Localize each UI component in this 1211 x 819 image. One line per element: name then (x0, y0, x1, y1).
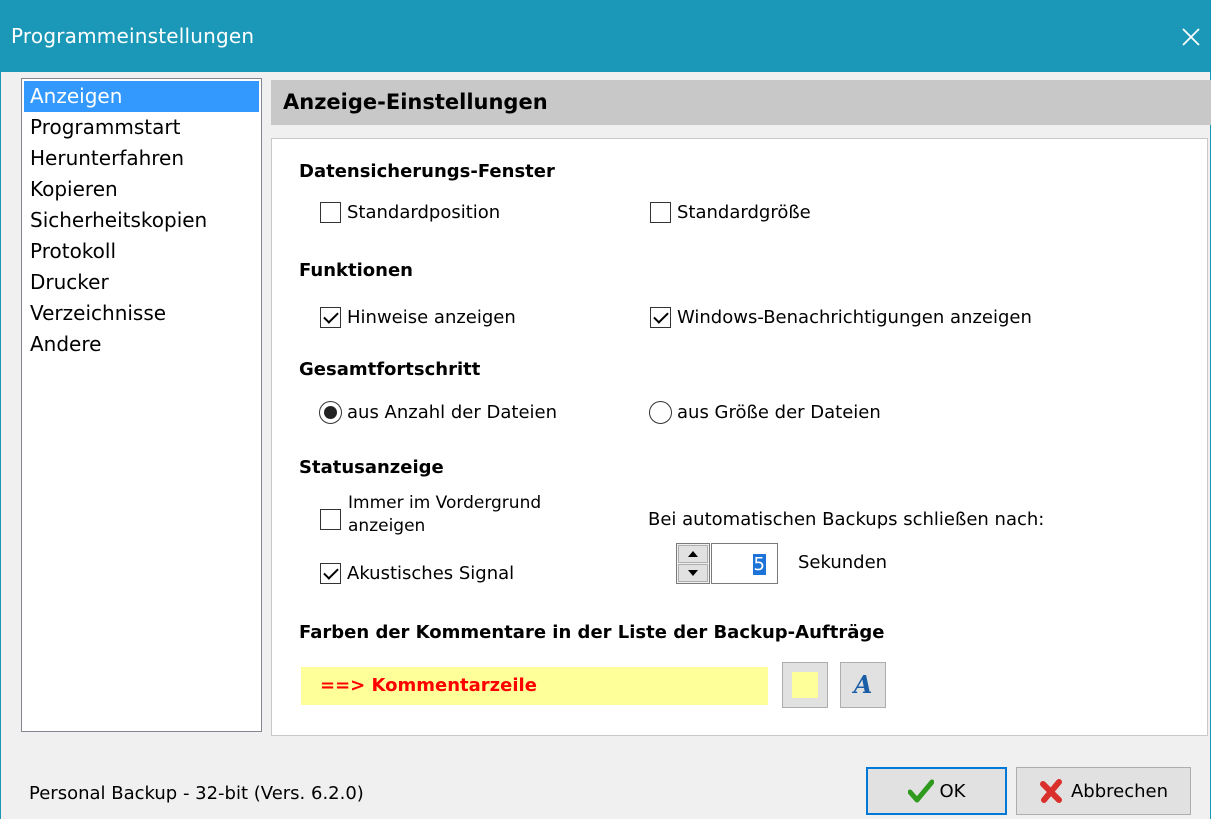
nav-item-verzeichnisse[interactable]: Verzeichnisse (24, 298, 259, 329)
checkmark-icon (907, 779, 934, 803)
progress-by-count-label: aus Anzahl der Dateien (347, 402, 557, 423)
close-icon (1182, 28, 1200, 46)
always-on-top-label-line1: Immer im Vordergrund (348, 493, 542, 513)
panel-title: Anzeige-Einstellungen (283, 90, 548, 114)
standard-position-label: Standardposition (347, 202, 501, 223)
standard-size-label: Standardgröße (677, 202, 811, 223)
font-letter-icon: A (853, 670, 873, 699)
seconds-spinner[interactable] (676, 543, 710, 584)
window-title: Programmeinstellungen (11, 24, 255, 48)
comment-preview: ==> Kommentarzeile (301, 667, 768, 705)
nav-item-andere[interactable]: Andere (24, 329, 259, 360)
ok-label: OK (939, 780, 966, 802)
close-after-label: Bei automatischen Backups schließen nach… (648, 509, 1045, 530)
section-status-display: Statusanzeige (299, 457, 444, 478)
comment-preview-text: ==> Kommentarzeile (320, 675, 537, 696)
background-color-button[interactable] (782, 662, 828, 708)
show-hints-label: Hinweise anzeigen (347, 307, 516, 328)
windows-notifications-label: Windows-Benachrichtigungen anzeigen (677, 307, 1032, 328)
acoustic-signal-label: Akustisches Signal (347, 563, 515, 584)
windows-notifications-checkbox[interactable]: Windows-Benachrichtigungen anzeigen (650, 307, 1032, 328)
nav-item-kopieren[interactable]: Kopieren (24, 174, 259, 205)
radio-circle[interactable] (319, 401, 342, 424)
checkbox-box[interactable] (650, 202, 671, 223)
always-on-top-checkbox[interactable] (320, 509, 347, 530)
always-on-top-label-line2: anzeigen (348, 516, 426, 536)
nav-item-anzeigen[interactable]: Anzeigen (24, 81, 259, 112)
font-color-button[interactable]: A (840, 662, 886, 708)
nav-item-sicherheitskopien[interactable]: Sicherheitskopien (24, 205, 259, 236)
nav-item-programmstart[interactable]: Programmstart (24, 112, 259, 143)
acoustic-signal-checkbox[interactable]: Akustisches Signal (320, 563, 514, 584)
checkbox-box[interactable] (650, 307, 671, 328)
standard-size-checkbox[interactable]: Standardgröße (650, 202, 811, 223)
panel-header: Anzeige-Einstellungen (271, 80, 1211, 125)
section-total-progress: Gesamtfortschritt (299, 359, 481, 380)
spin-up-button[interactable] (678, 545, 708, 563)
standard-position-checkbox[interactable]: Standardposition (320, 202, 500, 223)
section-functions: Funktionen (299, 260, 413, 281)
cancel-label: Abbrechen (1070, 780, 1169, 802)
nav-item-herunterfahren[interactable]: Herunterfahren (24, 143, 259, 174)
color-swatch-icon (792, 672, 818, 698)
checkbox-box[interactable] (320, 563, 341, 584)
title-bar: Programmeinstellungen (0, 0, 1211, 72)
settings-category-list[interactable]: Anzeigen Programmstart Herunterfahren Ko… (21, 78, 262, 732)
cancel-button[interactable]: Abbrechen (1016, 767, 1191, 815)
ok-button[interactable]: OK (866, 767, 1007, 815)
section-comment-colors: Farben der Kommentare in der Liste der B… (299, 622, 885, 643)
nav-item-protokoll[interactable]: Protokoll (24, 236, 259, 267)
checkbox-box[interactable] (320, 307, 341, 328)
arrow-up-icon (688, 551, 698, 557)
settings-panel (271, 138, 1208, 736)
cancel-x-icon (1039, 779, 1062, 803)
seconds-unit-label: Sekunden (798, 552, 888, 573)
seconds-input[interactable]: 5 (711, 543, 778, 584)
nav-item-drucker[interactable]: Drucker (24, 267, 259, 298)
spin-down-button[interactable] (678, 564, 708, 582)
close-button[interactable] (1171, 14, 1211, 60)
section-backup-window: Datensicherungs-Fenster (299, 161, 555, 182)
show-hints-checkbox[interactable]: Hinweise anzeigen (320, 307, 516, 328)
progress-by-size-label: aus Größe der Dateien (677, 402, 881, 423)
progress-by-size-radio[interactable]: aus Größe der Dateien (649, 401, 881, 424)
arrow-down-icon (688, 570, 698, 576)
progress-by-count-radio[interactable]: aus Anzahl der Dateien (319, 401, 557, 424)
version-status: Personal Backup - 32-bit (Vers. 6.2.0) (29, 783, 364, 804)
seconds-value: 5 (752, 554, 766, 575)
radio-circle[interactable] (649, 401, 672, 424)
checkbox-box[interactable] (320, 202, 341, 223)
checkbox-box[interactable] (320, 509, 341, 530)
